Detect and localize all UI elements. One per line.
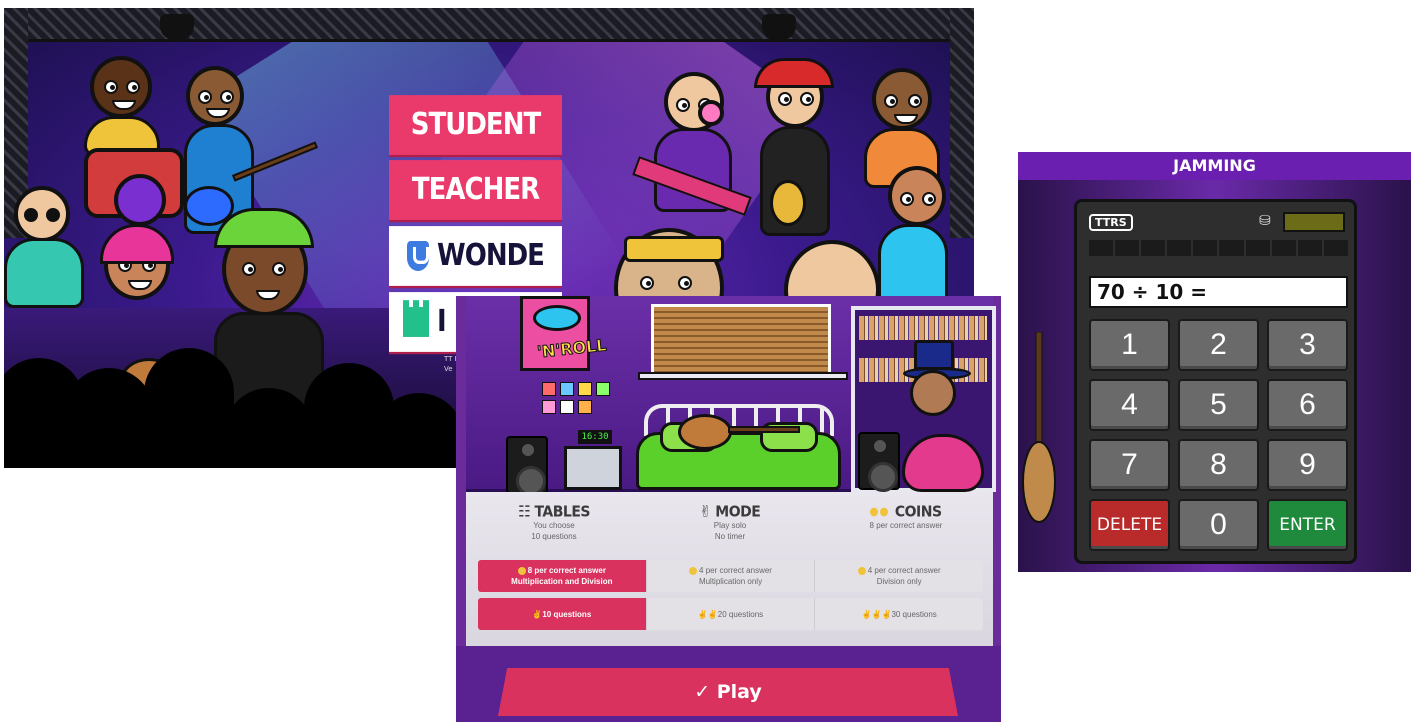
coins-sub-1: 8 per correct answer	[869, 521, 943, 530]
key-5[interactable]: 5	[1178, 379, 1259, 431]
top-hat	[903, 340, 971, 380]
mode-sub-2: No timer	[714, 532, 746, 541]
speaker-icon	[858, 432, 900, 492]
tables-sub-1: You choose	[533, 521, 575, 530]
game-setup-screen: 'N'ROLL 16:30 ☷ TABLES You choose 10 que…	[456, 296, 1001, 722]
mode-sub-1: Play solo	[713, 521, 747, 530]
guitar-icon	[1022, 332, 1056, 523]
version-text: Ve	[444, 365, 453, 373]
game-mode-title: JAMMING	[1018, 152, 1411, 180]
rocker-icon: ✌✌✌	[861, 609, 892, 619]
player-avatar	[910, 370, 956, 416]
coin-counter	[1283, 212, 1345, 232]
option-20-questions[interactable]: ✌✌ 20 questions	[646, 598, 816, 630]
tables-info: ☷ TABLES You choose 10 questions	[466, 503, 642, 542]
option-coins: 8 per correct answer	[527, 566, 606, 575]
operation-selector: 8 per correct answer Multiplication and …	[478, 560, 983, 592]
enter-button[interactable]: ENTER	[1267, 499, 1348, 551]
coin-icon	[857, 566, 866, 575]
nightstand	[564, 446, 622, 490]
question-count-selector: ✌ 10 questions ✌✌ 20 questions ✌✌✌ 30 qu…	[478, 598, 983, 630]
count-label: 30 questions	[891, 609, 937, 619]
option-mult-div[interactable]: 8 per correct answer Multiplication and …	[478, 560, 647, 592]
question-progress	[1089, 240, 1348, 256]
window-blinds	[651, 304, 831, 379]
mode-info: ✌ MODE Play solo No timer	[642, 503, 818, 542]
castle-login-label: I	[437, 304, 447, 340]
spotlight-icon	[762, 14, 796, 40]
game-options-panel: ☷ TABLES You choose 10 questions ✌ MODE …	[466, 492, 993, 646]
number-keypad: 1 2 3 4 5 6 7 8 9 DELETE 0 ENTER	[1089, 319, 1348, 551]
key-8[interactable]: 8	[1178, 439, 1259, 491]
option-label: Multiplication and Division	[511, 577, 613, 586]
play-label: Play	[716, 681, 762, 703]
key-0[interactable]: 0	[1178, 499, 1259, 551]
coins-title: COINS	[894, 503, 942, 521]
option-mult-only[interactable]: 4 per correct answer Multiplication only	[646, 560, 816, 592]
bedroom-scene: 'N'ROLL 16:30	[466, 296, 996, 496]
wonde-label: WONDE	[437, 238, 545, 274]
key-6[interactable]: 6	[1267, 379, 1348, 431]
shield-icon	[407, 241, 430, 271]
alarm-clock: 16:30	[578, 430, 612, 444]
jamming-game-screen: JAMMING TTRS ⛁ 70 ÷ 10 = 1 2 3 4 5 6 7 8…	[1018, 152, 1411, 572]
delete-button[interactable]: DELETE	[1089, 499, 1170, 551]
option-coins: 4 per correct answer	[699, 566, 772, 575]
key-3[interactable]: 3	[1267, 319, 1348, 371]
poster-text: 'N'ROLL	[536, 335, 608, 362]
speaker-icon	[506, 436, 548, 496]
student-login-button[interactable]: STUDENT	[389, 95, 562, 155]
rocker-icon: ✌	[532, 609, 543, 619]
calculator-device: TTRS ⛁ 70 ÷ 10 = 1 2 3 4 5 6 7 8 9 DELET…	[1074, 199, 1357, 564]
tables-title: TABLES	[534, 503, 590, 521]
teacher-login-button[interactable]: TEACHER	[389, 160, 562, 220]
coin-stack-icon: ⛁	[1259, 212, 1271, 228]
coins-info: COINS 8 per correct answer	[818, 503, 994, 531]
question-display: 70 ÷ 10 =	[1089, 276, 1348, 308]
play-footer: ✓ Play	[456, 646, 1001, 722]
rock-poster: 'N'ROLL	[520, 296, 608, 371]
coin-icon	[870, 507, 879, 517]
key-4[interactable]: 4	[1089, 379, 1170, 431]
option-label: Multiplication only	[698, 577, 763, 586]
mode-title: MODE	[715, 503, 761, 521]
coin-icon	[689, 566, 698, 575]
guitar-pick-icon: ✓	[694, 681, 717, 703]
option-coins: 4 per correct answer	[867, 566, 941, 575]
wall-shelf	[638, 372, 848, 380]
wonde-login-button[interactable]: WONDE	[389, 226, 562, 286]
key-1[interactable]: 1	[1089, 319, 1170, 371]
option-label: Division only	[876, 577, 922, 586]
rocker-icon: ✌✌	[697, 609, 718, 619]
count-label: 20 questions	[717, 609, 764, 619]
option-div-only[interactable]: 4 per correct answer Division only	[815, 560, 983, 592]
count-label: 10 questions	[542, 609, 592, 619]
spotlight-icon	[160, 14, 194, 40]
play-button[interactable]: ✓ Play	[498, 668, 958, 716]
tables-icon: ☷	[518, 503, 535, 521]
tables-sub-2: 10 questions	[531, 532, 577, 541]
stage-truss	[4, 8, 974, 42]
lips-icon	[533, 305, 581, 331]
stage-truss-right	[950, 8, 974, 238]
option-10-questions[interactable]: ✌ 10 questions	[478, 598, 647, 630]
key-9[interactable]: 9	[1267, 439, 1348, 491]
option-30-questions[interactable]: ✌✌✌ 30 questions	[815, 598, 983, 630]
key-2[interactable]: 2	[1178, 319, 1259, 371]
rocker-icon: ✌	[699, 503, 716, 521]
coin-icon	[517, 566, 526, 575]
guitar-icon	[678, 414, 732, 450]
bed	[636, 404, 841, 490]
castle-icon	[403, 300, 429, 337]
key-7[interactable]: 7	[1089, 439, 1170, 491]
ttrs-logo: TTRS	[1089, 214, 1133, 231]
coin-icon	[880, 507, 889, 517]
